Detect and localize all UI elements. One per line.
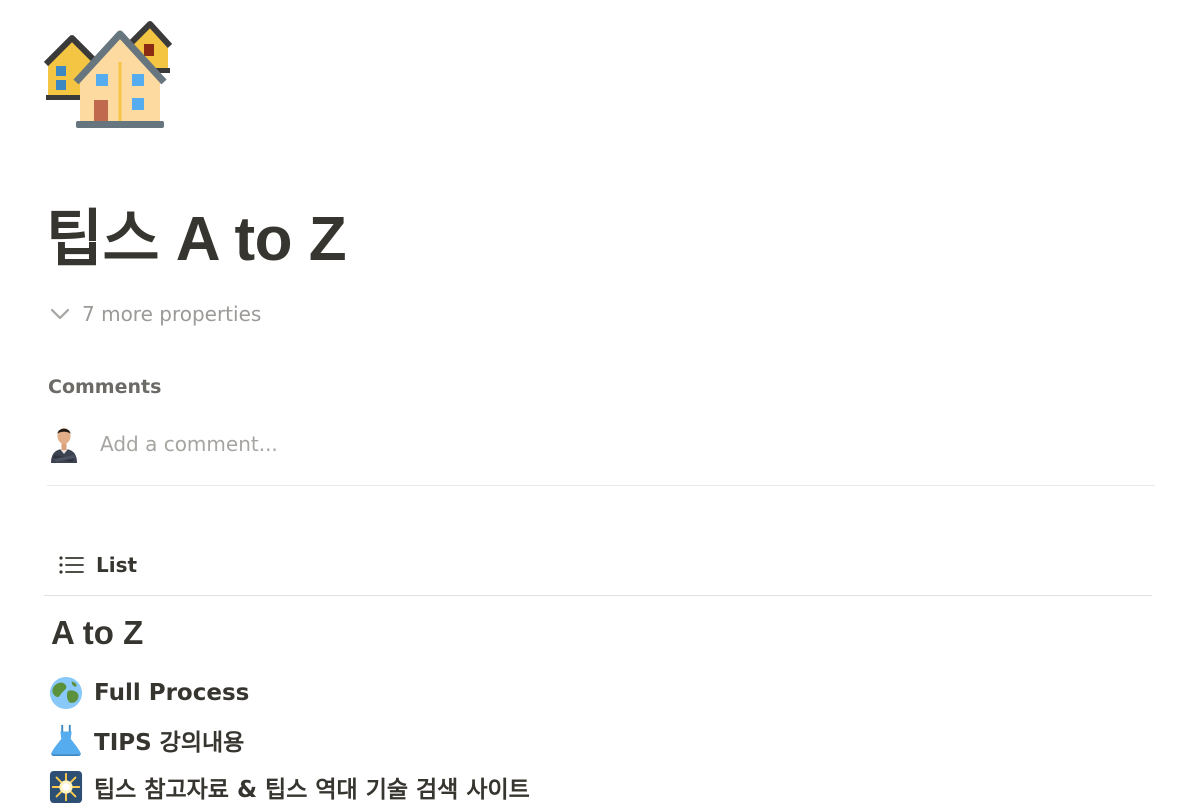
list-item[interactable]: 팁스 참고자료 & 팁스 역대 기술 검색 사이트	[48, 767, 530, 807]
comment-input[interactable]	[100, 432, 700, 456]
view-tab-label: List	[96, 553, 138, 577]
view-divider	[44, 595, 1152, 596]
list-item[interactable]: TIPS 강의내용	[48, 720, 244, 760]
chevron-down-icon	[50, 308, 70, 320]
more-properties-label: 7 more properties	[82, 302, 262, 326]
comment-composer	[48, 424, 700, 464]
list-icon	[59, 556, 84, 574]
view-tab-list[interactable]: List	[58, 548, 137, 582]
user-avatar	[48, 425, 80, 463]
list-item-label: 팁스 참고자료 & 팁스 역대 기술 검색 사이트	[94, 777, 530, 803]
list-item[interactable]: Full Process	[48, 673, 249, 713]
comments-heading: Comments	[48, 376, 162, 398]
dress-icon	[48, 722, 84, 758]
more-properties-toggle[interactable]: 7 more properties	[48, 300, 261, 328]
houses-icon[interactable]	[43, 16, 173, 132]
page-title[interactable]: 팁스 A to Z	[46, 200, 347, 280]
sparkle-icon	[48, 769, 84, 805]
group-heading: A to Z	[51, 614, 144, 651]
notion-page: 팁스 A to Z 7 more properties Comments Add…	[0, 0, 1196, 807]
list-item-label: TIPS 강의내용	[94, 730, 245, 756]
comments-divider	[47, 485, 1155, 486]
globe-icon	[48, 675, 84, 711]
list-item-label: Full Process	[94, 680, 250, 706]
